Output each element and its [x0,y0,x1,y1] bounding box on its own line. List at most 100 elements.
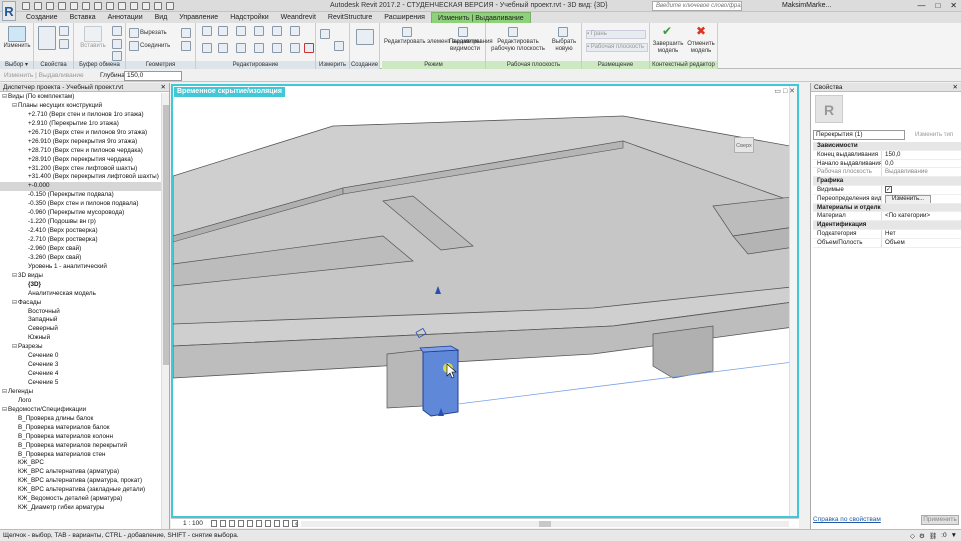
align-icon[interactable] [202,26,212,36]
tree-item[interactable]: +31.400 (Верх перекрытия лифтовой шахты) [0,173,161,182]
family-types-icon[interactable] [59,39,69,49]
open-icon[interactable] [22,2,30,10]
tab-insert[interactable]: Вставка [64,12,102,23]
tree-item[interactable]: ⊟Легенды [0,388,161,397]
finish-model-label[interactable]: Завершить модель [651,41,685,55]
tree-item[interactable]: Сечение 5 [0,379,161,388]
switch-windows-icon[interactable] [166,2,174,10]
tree-item[interactable]: КЖ_ВРС альтернатива (арматура, прокат) [0,477,161,486]
property-category[interactable]: Идентификация [813,221,961,230]
property-value[interactable]: <По категории> [881,212,953,221]
3d-viewport[interactable]: Временное скрытие/изоляция ▭ □ ✕ Сверх [171,84,799,518]
measure-icon[interactable] [82,2,90,10]
tab-addins[interactable]: Надстройки [224,12,274,23]
tab-view[interactable]: Вид [149,12,174,23]
property-value[interactable]: Объем [881,238,953,247]
measure-tool-icon[interactable] [320,29,330,39]
tree-item[interactable]: Лого [0,397,161,406]
move-icon[interactable] [202,43,212,53]
match-properties-icon[interactable] [112,51,122,61]
tab-manage[interactable]: Управление [173,12,224,23]
revit-logo[interactable]: R [2,1,16,21]
wall-joins-icon[interactable] [181,28,191,38]
scale-icon[interactable] [290,43,300,53]
delete-icon[interactable] [304,43,314,53]
user-account[interactable]: MaksimMarke... [782,2,831,9]
visual-style-icon[interactable] [220,520,226,527]
aligned-dimension-icon[interactable] [334,41,344,51]
edit-workplane-label[interactable]: Редактировать рабочую плоскость [488,39,548,53]
mirror-draw-icon[interactable] [254,26,264,36]
paste-icon[interactable] [84,26,102,42]
property-category[interactable]: Материалы и отделка [813,203,961,213]
dimension-icon[interactable] [94,2,102,10]
tree-item[interactable]: +26.710 (Верх стен и пилонов 9го этажа) [0,129,161,138]
close-hidden-icon[interactable] [154,2,162,10]
copy-icon[interactable] [112,39,122,49]
hscroll-thumb[interactable] [539,521,551,527]
browser-scrollbar[interactable] [161,93,169,529]
tree-item[interactable]: ⊟Виды (По комплектам) [0,93,161,102]
cancel-model-label[interactable]: Отменить модель [684,41,718,55]
array-icon[interactable] [272,43,282,53]
show-crop-icon[interactable] [265,520,271,527]
tree-item[interactable]: -2.710 (Верх ростверка) [0,236,161,245]
select-links-icon[interactable]: ⛓ [929,532,937,540]
tab-extensions[interactable]: Расширения [378,12,431,23]
tree-item[interactable]: КЖ_Ведомость деталей (арматура) [0,495,161,504]
tree-item[interactable]: Южный [0,334,161,343]
face-option[interactable]: ▪ Грань [586,30,646,39]
close-icon[interactable]: ✕ [953,83,958,92]
tree-item[interactable]: -3.260 (Верх свай) [0,254,161,263]
properties-icon[interactable] [38,26,56,50]
edit-extrusion-label[interactable]: Редактировать элемент выдавливания [384,39,493,46]
tree-item[interactable]: ⊟Фасады [0,299,161,308]
pick-new-label[interactable]: Выбрать новую [550,39,578,53]
workset-icon[interactable]: ◇ [910,532,915,540]
filter-icon[interactable]: ▼ [951,532,957,540]
tree-item[interactable]: -2.960 (Верх свай) [0,245,161,254]
filter-count[interactable]: :0 [941,532,946,540]
tree-item[interactable]: {3D} [0,281,161,290]
tab-weandrevit[interactable]: Weandrevit [275,12,322,23]
tree-item[interactable]: В_Проверка материалов стен [0,451,161,460]
tree-item[interactable]: В_Проверка материалов перекрытий [0,442,161,451]
tree-item[interactable]: ⊟3D виды [0,272,161,281]
tree-item[interactable]: В_Проверка длины балок [0,415,161,424]
search-input[interactable]: Введите ключевое слово/фразу [652,1,742,11]
edit-extrusion-icon[interactable] [402,27,412,37]
tree-item[interactable]: +26.910 (Верх перекрытия 9го этажа) [0,138,161,147]
split-icon[interactable] [272,26,282,36]
join-geometry-icon[interactable] [129,41,139,51]
detail-level-icon[interactable] [211,520,217,527]
tree-item[interactable]: Западный [0,316,161,325]
rotate-icon[interactable] [236,43,246,53]
render-icon[interactable] [247,520,253,527]
create-similar-icon[interactable] [356,29,374,45]
viewport-window-controls[interactable]: ▭ □ ✕ [774,87,795,95]
shadows-icon[interactable] [238,520,244,527]
properties-help-link[interactable]: Справка по свойствам [813,516,881,523]
visibility-params-label[interactable]: Параметры видимости [448,39,482,53]
tab-revitstructure[interactable]: RevitStructure [322,12,378,23]
redo-icon[interactable] [58,2,66,10]
viewport-scrollbar[interactable] [789,86,797,516]
cut-geometry-label[interactable]: Вырезать [140,30,167,37]
maximize-button[interactable]: □ [935,1,940,10]
type-properties-icon[interactable] [59,26,69,36]
property-category[interactable]: Графика [813,177,961,186]
split-gap-icon[interactable] [290,26,300,36]
close-icon[interactable]: ✕ [161,83,166,92]
save-icon[interactable] [34,2,42,10]
property-value[interactable]: Изменить... [881,194,953,203]
edit-type-button[interactable]: Изменить тип [907,130,961,140]
tree-item[interactable]: Аналитическая модель [0,290,161,299]
depth-input[interactable]: 150,0 [124,71,182,81]
tree-item[interactable]: КЖ_ВРС альтернатива (закладные детали) [0,486,161,495]
tree-item[interactable]: КЖ_Диаметр гибки арматуры [0,504,161,513]
tree-item[interactable]: +2.910 (Перекрытие 1го этажа) [0,120,161,129]
tree-item[interactable]: +-0.000 [0,182,161,192]
pick-new-icon[interactable] [558,27,568,37]
visible-checkbox[interactable]: ✓ [885,185,892,193]
paint-icon[interactable] [181,41,191,51]
